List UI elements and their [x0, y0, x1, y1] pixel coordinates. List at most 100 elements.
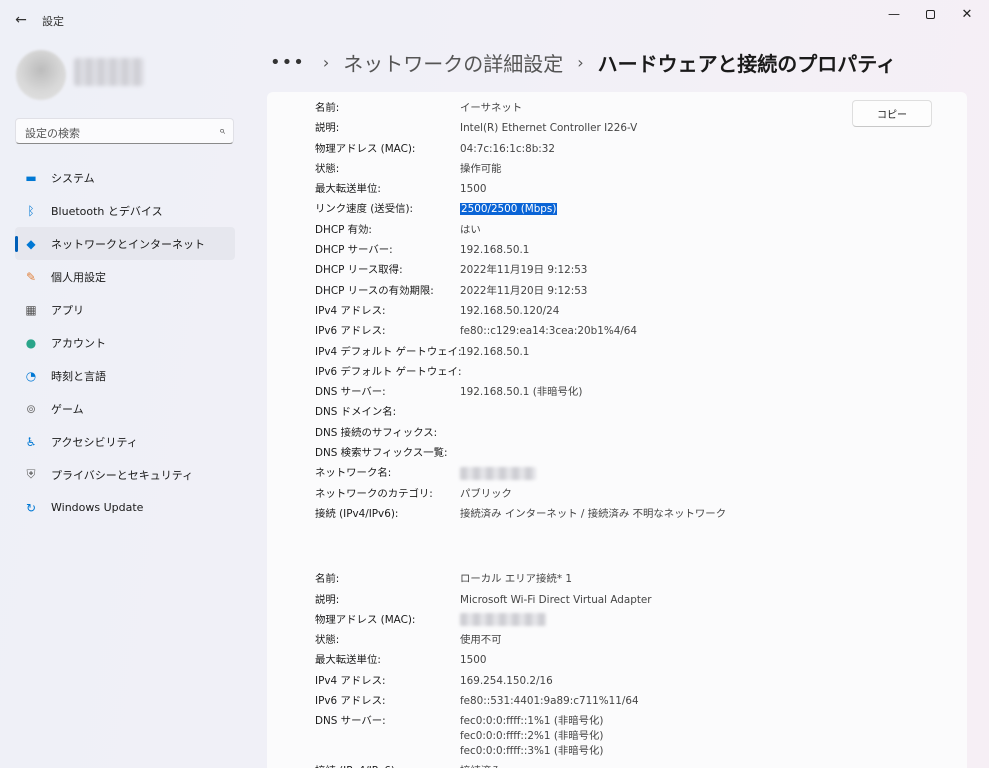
- sidebar-item[interactable]: ⊚ ゲーム: [15, 392, 235, 425]
- sidebar-item[interactable]: ⛨ プライバシーとセキュリティ: [15, 458, 235, 491]
- property-key: DNS 検索サフィックス一覧:: [315, 447, 448, 460]
- sidebar-item[interactable]: ▬ システム: [15, 161, 235, 194]
- sidebar-item[interactable]: ✎ 個人用設定: [15, 260, 235, 293]
- property-row: 名前: ローカル エリア接続* 1: [315, 569, 835, 589]
- sidebar-item[interactable]: ▦ アプリ: [15, 293, 235, 326]
- property-value[interactable]: fec0:0:0:ffff::1%1 (非暗号化): [460, 714, 835, 729]
- arrow-left-icon: ←: [15, 12, 27, 28]
- property-value[interactable]: 192.168.50.1 (非暗号化): [460, 386, 582, 398]
- property-row: DNS サーバー: 192.168.50.1 (非暗号化): [315, 382, 835, 402]
- property-key: 接続 (IPv4/IPv6):: [315, 507, 399, 520]
- property-value[interactable]: fec0:0:0:ffff::3%1 (非暗号化): [460, 744, 835, 759]
- property-value[interactable]: 192.168.50.120/24: [460, 305, 559, 317]
- sidebar-item-label: アカウント: [51, 336, 106, 350]
- property-value[interactable]: 192.168.50.1: [460, 244, 529, 256]
- search-icon[interactable]: ⌕: [219, 124, 225, 138]
- property-row: DNS サーバー: fec0:0:0:ffff::1%1 (非暗号化) fec0:0…: [315, 711, 835, 761]
- property-row: 説明: Intel(R) Ethernet Controller I226-V: [315, 118, 835, 138]
- copy-button[interactable]: コピー: [852, 100, 932, 127]
- sidebar-item[interactable]: ● アカウント: [15, 326, 235, 359]
- sidebar-item-label: 個人用設定: [51, 270, 106, 284]
- sidebar-item-label: プライバシーとセキュリティ: [51, 468, 194, 482]
- property-key: IPv6 デフォルト ゲートウェイ:: [315, 365, 462, 378]
- property-value[interactable]: Microsoft Wi-Fi Direct Virtual Adapter: [460, 594, 652, 606]
- property-value[interactable]: fe80::531:4401:9a89:c711%11/64: [460, 695, 639, 707]
- property-value[interactable]: 2022年11月19日 9:12:53: [460, 264, 587, 276]
- sidebar-item[interactable]: ◔ 時刻と言語: [15, 359, 235, 392]
- property-row: DHCP サーバー: 192.168.50.1: [315, 240, 835, 260]
- property-key: 最大転送単位:: [315, 654, 381, 667]
- property-row: IPv4 アドレス: 192.168.50.120/24: [315, 301, 835, 321]
- property-row: IPv4 デフォルト ゲートウェイ: 192.168.50.1: [315, 342, 835, 362]
- property-key: リンク速度 (送受信):: [315, 203, 414, 216]
- property-value[interactable]: 2022年11月20日 9:12:53: [460, 285, 587, 297]
- sidebar-item[interactable]: ♿ アクセシビリティ: [15, 425, 235, 458]
- property-key: IPv4 アドレス:: [315, 304, 386, 317]
- sidebar-item-label: ゲーム: [51, 402, 84, 416]
- property-row: ネットワークのカテゴリ: パブリック: [315, 484, 835, 504]
- property-key: 物理アドレス (MAC):: [315, 142, 416, 155]
- property-value-container: [460, 463, 835, 483]
- search-box[interactable]: 設定の検索 ⌕: [15, 118, 234, 144]
- property-value-container: 1500: [460, 650, 835, 670]
- property-row: 状態: 操作可能: [315, 159, 835, 179]
- property-value[interactable]: イーサネット: [460, 102, 522, 114]
- minimize-button[interactable]: —: [876, 4, 912, 24]
- property-value[interactable]: はい: [460, 224, 481, 236]
- breadcrumb-parent[interactable]: ネットワークの詳細設定: [343, 48, 563, 77]
- sidebar-item-label: アプリ: [51, 303, 84, 317]
- sidebar-item-label: 時刻と言語: [51, 369, 106, 383]
- property-value[interactable]: 接続済み インターネット / 接続済み 不明なネットワーク: [460, 508, 726, 520]
- property-value[interactable]: ローカル エリア接続* 1: [460, 573, 572, 585]
- gamepad-icon: ⊚: [25, 401, 37, 416]
- page-title: ハードウェアと接続のプロパティ: [597, 51, 897, 76]
- monitor-icon: ▬: [25, 170, 37, 185]
- property-key: 説明:: [315, 122, 340, 135]
- property-value[interactable]: fec0:0:0:ffff::2%1 (非暗号化): [460, 729, 835, 744]
- close-button[interactable]: ✕: [949, 4, 985, 24]
- property-key: 状態:: [315, 162, 340, 175]
- property-key: DNS サーバー:: [315, 386, 386, 399]
- property-value-container: はい: [460, 220, 835, 240]
- property-value-container: [460, 610, 835, 630]
- property-value[interactable]: 169.254.150.2/16: [460, 675, 553, 687]
- properties-list: 名前: イーサネット 説明: Intel(R) Ethernet Controller…: [315, 98, 835, 768]
- sidebar-item[interactable]: ↻ Windows Update: [15, 491, 235, 524]
- maximize-button[interactable]: [912, 4, 948, 24]
- property-value[interactable]: 操作可能: [460, 163, 502, 175]
- property-value[interactable]: 使用不可: [460, 634, 502, 646]
- property-value[interactable]: Intel(R) Ethernet Controller I226-V: [460, 122, 637, 134]
- property-value[interactable]: 192.168.50.1: [460, 346, 529, 358]
- sidebar-item-label: Bluetooth とデバイス: [51, 204, 163, 218]
- property-value[interactable]: fe80::c129:ea14:3cea:20b1%4/64: [460, 325, 637, 337]
- title-bar: ← 設定 — ✕: [0, 0, 989, 40]
- property-value[interactable]: 04:7c:16:1c:8b:32: [460, 143, 555, 155]
- update-icon: ↻: [25, 500, 37, 515]
- breadcrumb-overflow-button[interactable]: •••: [270, 52, 305, 73]
- property-value-container: Intel(R) Ethernet Controller I226-V: [460, 118, 835, 138]
- property-key: DNS サーバー:: [315, 715, 386, 728]
- back-button[interactable]: ←: [10, 10, 32, 30]
- sidebar-item[interactable]: ᛒ Bluetooth とデバイス: [15, 194, 235, 227]
- user-name-blurred: [74, 58, 144, 86]
- property-value[interactable]: 2500/2500 (Mbps): [460, 203, 558, 216]
- property-value-container: 1500: [460, 179, 835, 199]
- avatar[interactable]: [16, 50, 66, 100]
- property-row: DNS ドメイン名:: [315, 402, 835, 422]
- shield-icon: ⛨: [26, 467, 36, 481]
- sidebar-nav: ▬ システム ᛒ Bluetooth とデバイス ◆ ネットワークとインターネット ✎ 個人用…: [15, 161, 235, 524]
- property-value-container: 169.254.150.2/16: [460, 671, 835, 691]
- redacted-value: [460, 613, 546, 627]
- sidebar-item[interactable]: ◆ ネットワークとインターネット: [15, 227, 235, 260]
- property-key: DHCP リースの有効期限:: [315, 284, 434, 297]
- property-key: DNS ドメイン名:: [315, 406, 397, 419]
- globe-clock-icon: ◔: [25, 368, 37, 383]
- search-input[interactable]: 設定の検索: [25, 125, 80, 141]
- property-value[interactable]: 1500: [460, 183, 486, 195]
- property-value[interactable]: 1500: [460, 654, 486, 666]
- property-row: 物理アドレス (MAC): 04:7c:16:1c:8b:32: [315, 139, 835, 159]
- chevron-right-icon: ›: [577, 52, 584, 72]
- sidebar-item-label: Windows Update: [51, 501, 144, 514]
- property-value[interactable]: パブリック: [460, 488, 512, 500]
- property-key: ネットワーク名:: [315, 467, 392, 480]
